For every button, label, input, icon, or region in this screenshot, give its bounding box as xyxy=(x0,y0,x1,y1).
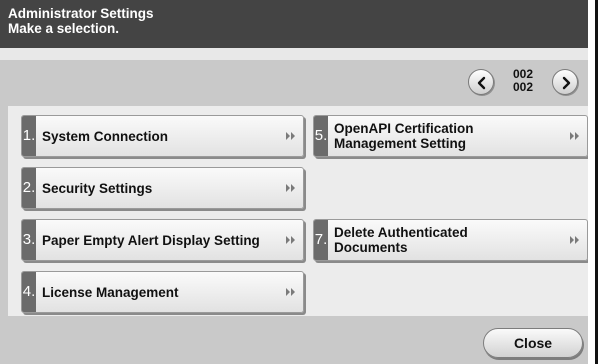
item-number: 4. xyxy=(22,272,36,312)
next-page-button[interactable] xyxy=(552,69,578,95)
system-connection-button[interactable]: 1. System Connection xyxy=(21,115,304,157)
item-label: OpenAPI Certification Management Setting xyxy=(334,121,474,151)
item-label: Security Settings xyxy=(42,180,153,196)
chevron-left-icon xyxy=(477,76,486,90)
item-number: 5. xyxy=(314,116,328,156)
item-label: Paper Empty Alert Display Setting xyxy=(42,232,260,248)
instruction-text: Make a selection. xyxy=(8,21,120,36)
double-arrow-right-icon xyxy=(570,236,579,244)
license-management-button[interactable]: 4. License Management xyxy=(21,271,304,313)
paper-empty-alert-button[interactable]: 3. Paper Empty Alert Display Setting xyxy=(21,219,304,261)
openapi-certification-button[interactable]: 5. OpenAPI Certification Management Sett… xyxy=(313,115,588,157)
header-bar: Administrator Settings Make a selection. xyxy=(0,0,588,48)
page-title: Administrator Settings xyxy=(8,6,154,21)
double-arrow-right-icon xyxy=(570,132,579,140)
close-button[interactable]: Close xyxy=(483,328,583,358)
item-label: Delete Authenticated Documents xyxy=(334,225,468,255)
header-divider xyxy=(0,48,588,60)
double-arrow-right-icon xyxy=(286,132,295,140)
page-indicator: 002 002 xyxy=(500,68,546,94)
double-arrow-right-icon xyxy=(286,236,295,244)
total-page-number: 002 xyxy=(512,80,534,94)
item-label: License Management xyxy=(42,284,179,300)
item-number: 2. xyxy=(22,168,36,208)
item-number: 7. xyxy=(314,220,328,260)
item-label: System Connection xyxy=(42,128,169,144)
security-settings-button[interactable]: 2. Security Settings xyxy=(21,167,304,209)
item-number: 3. xyxy=(22,220,36,260)
page-navigator: 002 002 xyxy=(468,67,582,97)
double-arrow-right-icon xyxy=(286,288,295,296)
chevron-right-icon xyxy=(562,76,571,90)
admin-settings-screen: Administrator Settings Make a selection.… xyxy=(0,0,588,364)
double-arrow-right-icon xyxy=(286,184,295,192)
previous-page-button[interactable] xyxy=(468,69,494,95)
delete-authenticated-documents-button[interactable]: 7. Delete Authenticated Documents xyxy=(313,219,588,261)
item-number: 1. xyxy=(22,116,36,156)
